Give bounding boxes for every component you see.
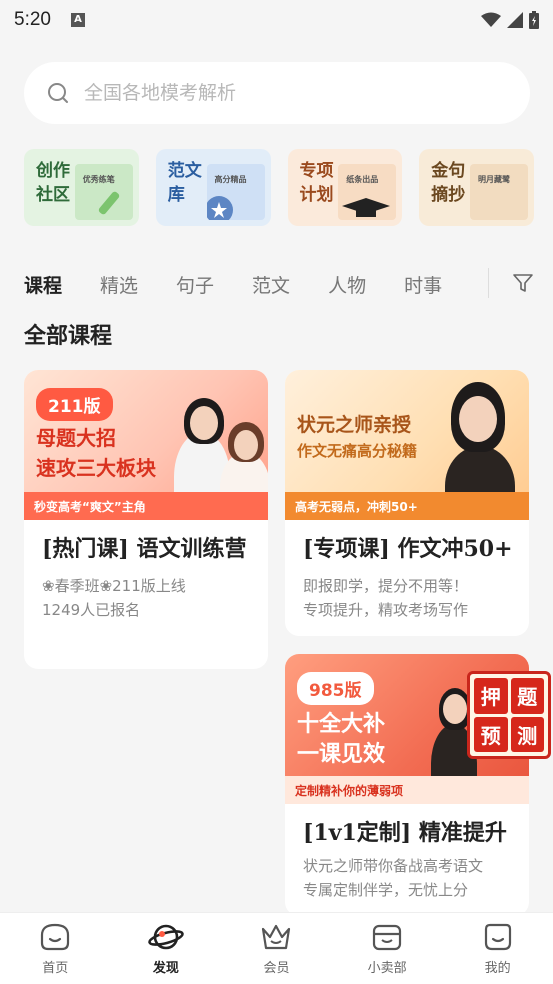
course-desc-1: ❀春季班❀211版上线 (42, 577, 186, 595)
filter-icon (513, 274, 533, 292)
cover-strip: 秒变高考“爽文”主角 (24, 492, 268, 520)
home-face-icon (41, 923, 70, 951)
course-desc-2: 专项提升，精攻考场写作 (303, 601, 469, 619)
tab-courses[interactable]: 课程 (24, 271, 62, 298)
tab-people[interactable]: 人物 (328, 271, 366, 298)
quick-entry-essay-library[interactable]: 范文 库 高分精品 (155, 149, 271, 226)
category-tabs: 课程 精选 句子 范文 人物 时事 (24, 264, 534, 304)
course-card-essay[interactable]: 状元之师亲授 作文无痛高分秘籍 高考无弱点，冲刺50+ [专项课] 作文冲50+… (285, 370, 529, 636)
course-title: [专项课] 作文冲50+ (303, 536, 513, 562)
planet-icon (148, 924, 184, 950)
version-badge: 211版 (36, 388, 113, 421)
nav-label: 会员 (263, 961, 290, 976)
nav-discover[interactable]: 发现 (111, 913, 222, 984)
status-icons (481, 11, 539, 29)
course-desc-2: 专属定制伴学，无忧上分 (303, 881, 469, 899)
cover-headline: 状元之师亲授 (297, 414, 412, 436)
cover-subheadline: 作文无痛高分秘籍 (297, 442, 418, 460)
profile-face-icon (484, 923, 511, 951)
search-icon (48, 83, 68, 103)
search-input[interactable] (84, 82, 484, 104)
quick-entry-creation-community[interactable]: 创作 社区 优秀练笔 (24, 149, 139, 226)
course-desc-1: 即报即学，提分不用等！ (303, 577, 469, 595)
course-card-chinese-training[interactable]: 211版 母题大招 速攻三大板块 秒变高考“爽文”主角 [热门课] 语文训练营 … (24, 370, 268, 669)
stamp-char: 押 (474, 678, 508, 714)
wifi-icon (481, 12, 501, 27)
quick-entry-quotes[interactable]: 金句 摘抄 明月藏鹭 (419, 149, 534, 226)
nav-home[interactable]: 首页 (0, 913, 111, 984)
cover-subheadline: 速攻三大板块 (36, 456, 156, 480)
cover-strip: 高考无弱点，冲刺50+ (285, 492, 529, 520)
status-time: 5:20 (14, 9, 51, 30)
nav-membership[interactable]: 会员 (221, 913, 332, 984)
course-desc-1: 状元之师带你备战高考语文 (303, 857, 484, 875)
signal-icon (507, 12, 523, 28)
quick-entry-title: 范文 库 (167, 161, 202, 205)
notification-icon: A (70, 13, 85, 27)
bottom-nav: 首页 发现 会员 小卖部 我的 (0, 912, 553, 984)
course-title: [1v1定制] 精准提升 (303, 820, 507, 846)
course-info: [1v1定制] 精准提升 状元之师带你备战高考语文 专属定制伴学，无忧上分 (285, 804, 529, 916)
crown-icon (262, 924, 291, 950)
tab-current-affairs[interactable]: 时事 (404, 271, 442, 298)
cover-headline: 十全大补 (297, 712, 386, 737)
nav-label: 首页 (42, 961, 69, 976)
tab-sentences[interactable]: 句子 (176, 271, 214, 298)
filter-button[interactable] (488, 268, 534, 298)
quick-entry-title: 创作 社区 (36, 161, 70, 205)
stamp-char: 题 (510, 678, 544, 714)
course-cover: 状元之师亲授 作文无痛高分秘籍 高考无弱点，冲刺50+ (285, 370, 529, 520)
nav-profile[interactable]: 我的 (442, 913, 553, 984)
stamp-char: 预 (474, 716, 508, 752)
course-desc-2: 1249人已报名 (42, 601, 141, 619)
search-bar[interactable] (24, 62, 530, 124)
quick-entry-title: 专项 计划 (299, 161, 334, 205)
cover-strip: 定制精补你的薄弱项 (285, 776, 529, 804)
course-info: [专项课] 作文冲50+ 即报即学，提分不用等！ 专项提升，精攻考场写作 (285, 520, 529, 636)
course-cover: 211版 母题大招 速攻三大板块 秒变高考“爽文”主角 (24, 370, 268, 520)
tab-essays[interactable]: 范文 (252, 271, 290, 298)
section-title: 全部课程 (24, 323, 113, 349)
shop-icon (372, 924, 402, 951)
tab-featured[interactable]: 精选 (100, 271, 138, 298)
course-title: [热门课] 语文训练营 (42, 536, 247, 562)
course-info: [热门课] 语文训练营 ❀春季班❀211版上线 1249人已报名 (24, 520, 268, 638)
status-bar: 5:20 A (0, 0, 553, 40)
cover-headline: 母题大招 (36, 426, 116, 450)
nav-label: 我的 (484, 961, 511, 976)
nav-shop[interactable]: 小卖部 (332, 913, 443, 984)
quick-entry-title: 金句 摘抄 (431, 161, 466, 205)
exam-prediction-stamp[interactable]: 押 题 预 测 (467, 671, 551, 759)
quick-entries: 创作 社区 优秀练笔 范文 库 高分精品 专项 计划 纸条出品 金句 摘抄 明月… (24, 149, 534, 226)
cover-subheadline: 一课见效 (297, 742, 386, 767)
battery-icon (529, 11, 539, 29)
version-badge: 985版 (297, 672, 374, 705)
nav-label: 发现 (152, 961, 179, 976)
stamp-char: 测 (510, 716, 544, 752)
nav-label: 小卖部 (367, 961, 407, 976)
quick-entry-special-plan[interactable]: 专项 计划 纸条出品 (287, 149, 403, 226)
